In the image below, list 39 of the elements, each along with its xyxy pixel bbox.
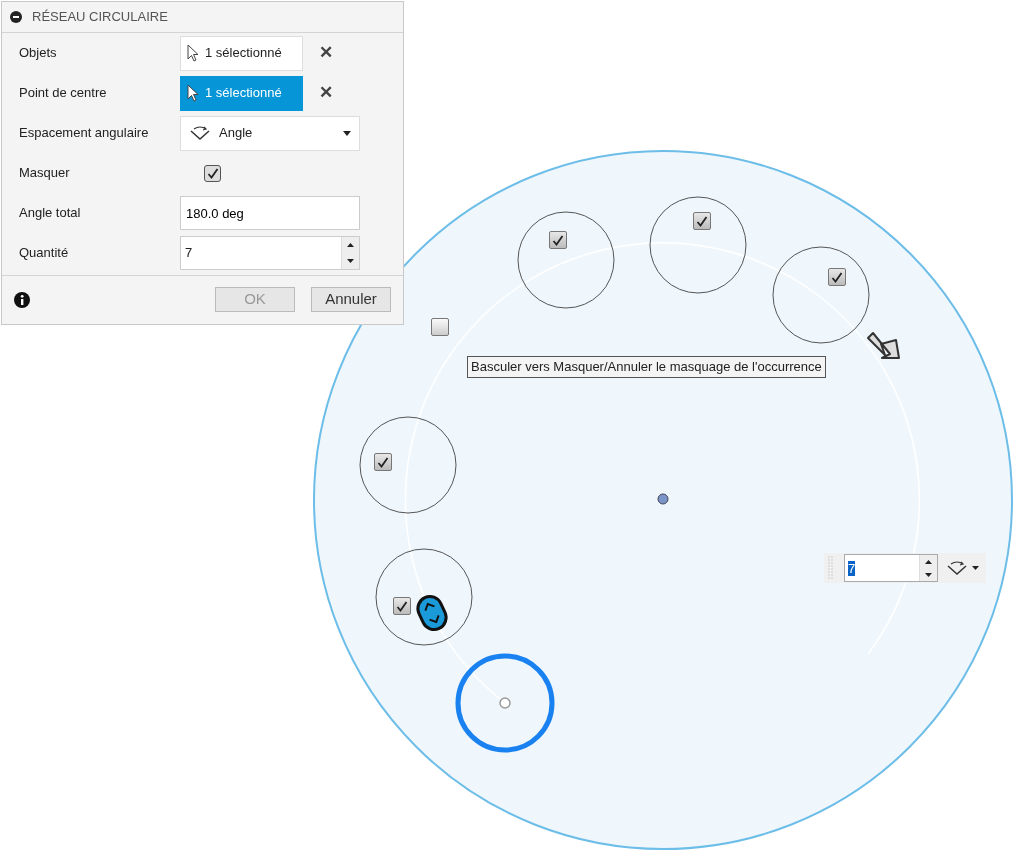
selection-button[interactable]: 1 sélectionné: [180, 35, 303, 71]
checkbox[interactable]: [204, 164, 221, 182]
info-icon[interactable]: [14, 291, 30, 308]
occurrence-checkbox[interactable]: [693, 212, 711, 230]
clear-button[interactable]: ✕: [315, 40, 337, 66]
up-arrow-icon[interactable]: [925, 559, 932, 564]
center-point: [499, 697, 511, 709]
field-label: Quantité: [19, 244, 70, 263]
occurrence-checkbox[interactable]: [393, 597, 411, 615]
axis-point: [657, 493, 669, 505]
tooltip: Basculer vers Masquer/Annuler le masquage de l'occurrence: [467, 356, 826, 378]
text-field[interactable]: 180.0 deg: [180, 196, 360, 230]
down-arrow-icon[interactable]: [347, 259, 354, 263]
dialog-button[interactable]: Annuler: [311, 287, 391, 312]
field-label: Point de centre: [19, 84, 108, 103]
caret-icon: [972, 566, 979, 570]
cursor-icon: [187, 44, 199, 62]
down-arrow-icon[interactable]: [925, 572, 932, 577]
quantity-field[interactable]: 7: [844, 554, 938, 582]
collapse-icon[interactable]: [10, 11, 22, 23]
dropdown-field[interactable]: Angle: [180, 115, 360, 151]
panel-title: RÉSEAU CIRCULAIRE: [32, 8, 168, 27]
arrow-icon: [867, 332, 900, 359]
occurrence-checkbox[interactable]: [549, 231, 567, 249]
up-arrow-icon[interactable]: [347, 243, 354, 247]
field-label: Masquer: [19, 164, 71, 183]
caret-icon: [343, 131, 351, 137]
clear-button[interactable]: ✕: [315, 80, 337, 106]
field-label: Angle total: [19, 204, 82, 223]
occurrence-checkbox[interactable]: [828, 268, 846, 286]
cursor-icon: [187, 84, 199, 102]
angle-icon: [189, 126, 211, 140]
angle-dropdown[interactable]: [946, 561, 979, 575]
occurrence-checkbox[interactable]: [431, 318, 449, 336]
number-field[interactable]: 7: [180, 236, 360, 270]
field-label: Objets: [19, 44, 58, 63]
angle-icon: [946, 561, 968, 575]
field-label: Espacement angulaire: [19, 124, 150, 143]
occurrence-checkbox[interactable]: [374, 453, 392, 471]
